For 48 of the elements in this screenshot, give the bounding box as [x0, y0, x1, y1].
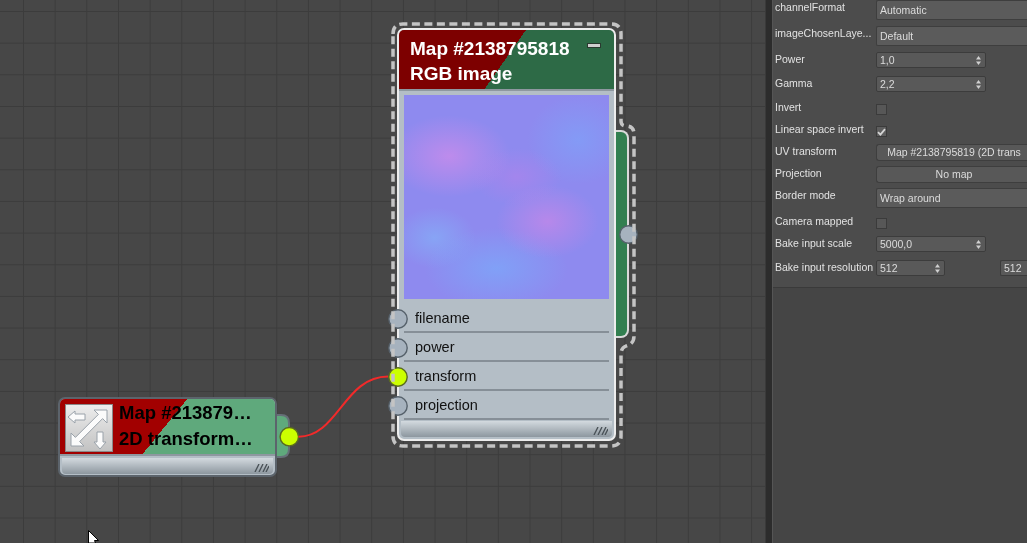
- map-button[interactable]: No map: [876, 166, 1027, 183]
- parameter-label: Projection: [775, 166, 823, 180]
- parameter-label: Power: [775, 52, 806, 66]
- node-panel[interactable]: Map #2138795818 RGB image filename power transform projection: [397, 28, 616, 441]
- parameter-label: UV transform: [775, 144, 838, 158]
- parameter-label: Border mode: [775, 188, 837, 202]
- parameter-label: Bake input resolution: [775, 260, 875, 274]
- checkbox[interactable]: [876, 104, 887, 115]
- mouse-pointer-icon: [88, 530, 99, 543]
- parameter-label: Bake input scale: [775, 236, 854, 250]
- socket-icon[interactable]: [388, 308, 408, 329]
- dropdown[interactable]: Default: [876, 26, 1027, 46]
- checkbox[interactable]: [876, 218, 887, 229]
- dropdown[interactable]: Wrap around: [876, 188, 1027, 208]
- minus-icon[interactable]: [587, 43, 601, 48]
- node-subtitle: RGB image: [410, 62, 514, 86]
- transform-arrows-icon: [65, 404, 113, 452]
- dropdown[interactable]: Automatic: [876, 0, 1027, 20]
- parameter-label: channelFormat: [775, 0, 847, 14]
- resize-grip-icon[interactable]: [592, 427, 608, 435]
- number-field[interactable]: 512: [876, 260, 945, 276]
- spinner-arrows-icon[interactable]: [976, 79, 981, 89]
- number-field[interactable]: 1,0: [876, 52, 986, 68]
- number-field[interactable]: 512: [1000, 260, 1027, 276]
- socket-icon[interactable]: [388, 366, 408, 387]
- parameter-label: Camera mapped: [775, 214, 855, 228]
- output-tab[interactable]: [616, 130, 629, 338]
- parameter-label: Gamma: [775, 76, 814, 90]
- input-label: transform: [414, 366, 477, 385]
- socket-icon[interactable]: [388, 337, 408, 358]
- parameter-label: imageChosenLaye...: [775, 26, 873, 40]
- spinner-arrows-icon[interactable]: [935, 263, 940, 273]
- parameter-label: Invert: [775, 100, 803, 114]
- number-field[interactable]: 5000,0: [876, 236, 986, 252]
- input-label: power: [414, 337, 455, 356]
- socket-icon[interactable]: [279, 426, 300, 447]
- number-field[interactable]: 2,2: [876, 76, 986, 92]
- parameter-label: Linear space invert: [775, 122, 865, 136]
- input-label: projection: [414, 395, 478, 414]
- spinner-arrows-icon[interactable]: [976, 55, 981, 65]
- map-button[interactable]: Map #2138795819 (2D trans: [876, 144, 1027, 161]
- checkbox[interactable]: [876, 126, 887, 137]
- checkmark-icon: [877, 127, 886, 136]
- node-title: Map #2138795818: [410, 37, 570, 61]
- input-label: filename: [414, 308, 470, 327]
- spinner-arrows-icon[interactable]: [976, 239, 981, 249]
- socket-icon[interactable]: [388, 395, 408, 416]
- resize-grip-icon[interactable]: [253, 464, 269, 472]
